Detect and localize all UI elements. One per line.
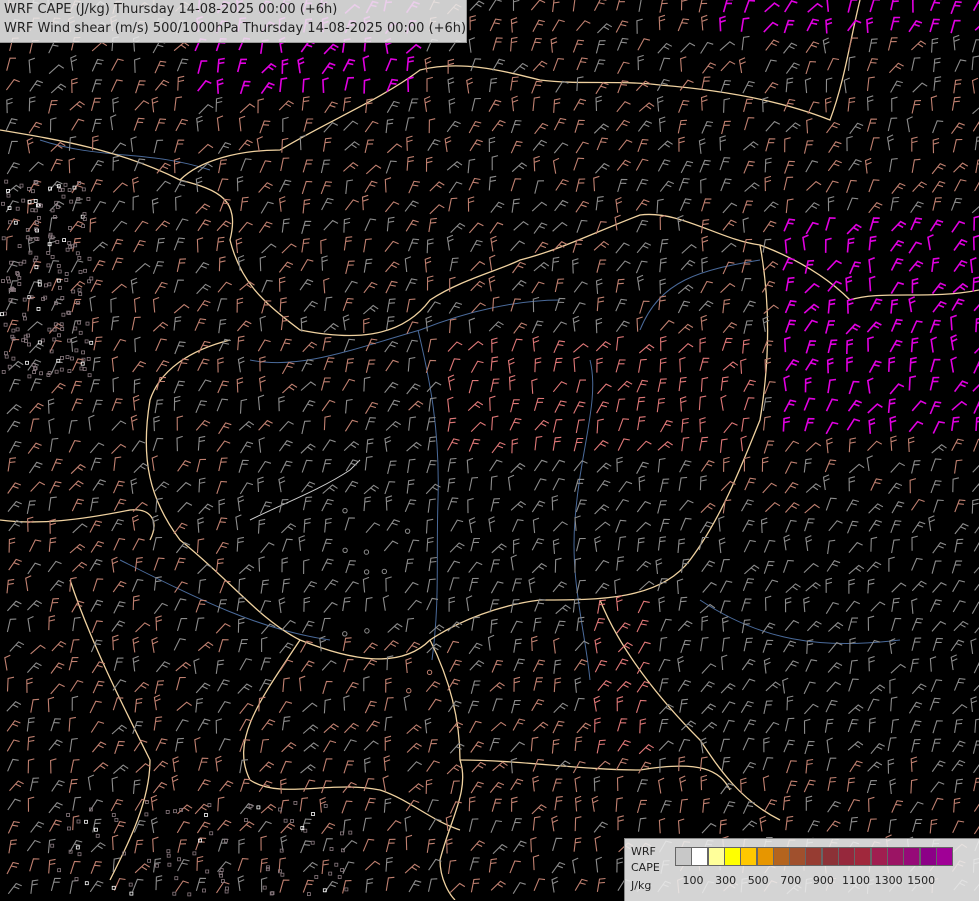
legend-swatch: [724, 847, 741, 866]
weather-map: [0, 0, 979, 900]
legend-swatch: [871, 847, 888, 866]
legend-swatch: [920, 847, 937, 866]
legend-label-variable: CAPE: [631, 861, 660, 874]
legend-swatch: [822, 847, 839, 866]
legend-tick-label: 300: [715, 874, 736, 887]
legend-tick-label: 100: [683, 874, 704, 887]
legend-tick-label: 500: [748, 874, 769, 887]
legend-label-model: WRF: [631, 845, 656, 858]
legend-swatch: [805, 847, 822, 866]
legend-tick-label: 1500: [907, 874, 935, 887]
legend-tick-label: 1100: [842, 874, 870, 887]
map-title-box: WRF CAPE (J/kg) Thursday 14-08-2025 00:0…: [0, 0, 467, 43]
legend-swatch: [789, 847, 806, 866]
legend-swatch: [708, 847, 725, 866]
wind-shear-title: WRF Wind shear (m/s) 500/1000hPa Thursda…: [0, 19, 466, 38]
legend-tick-label: 700: [780, 874, 801, 887]
cape-title: WRF CAPE (J/kg) Thursday 14-08-2025 00:0…: [0, 0, 466, 19]
legend-swatch: [773, 847, 790, 866]
legend-swatch: [903, 847, 920, 866]
legend-swatch: [854, 847, 871, 866]
legend-swatch: [675, 847, 692, 866]
legend-label-unit: J/kg: [631, 879, 651, 892]
legend-tick-label: 900: [813, 874, 834, 887]
legend-swatch: [740, 847, 757, 866]
legend-tick-label: 1300: [875, 874, 903, 887]
cape-legend: WRF CAPE J/kg 100 300 500 700 900 1100 1300 150…: [624, 838, 979, 901]
legend-swatch: [887, 847, 904, 866]
legend-swatch: [757, 847, 774, 866]
legend-swatch: [838, 847, 855, 866]
legend-swatch: [691, 847, 708, 866]
legend-swatch: [936, 847, 953, 866]
